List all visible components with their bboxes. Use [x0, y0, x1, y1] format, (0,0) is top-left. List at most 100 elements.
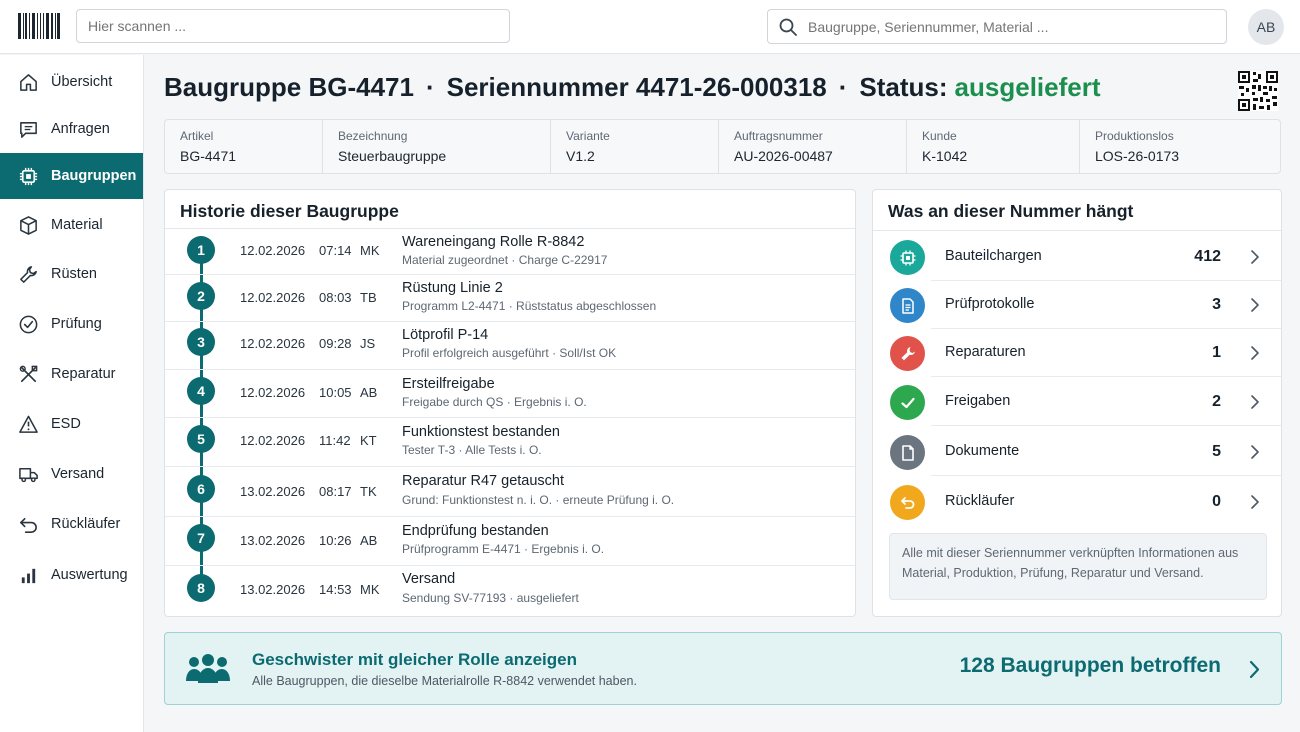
user-avatar[interactable]: AB [1248, 9, 1284, 45]
chevron-right-icon [1251, 395, 1259, 409]
info-label: Kunde [922, 129, 957, 143]
sidebar-item-reparatur[interactable]: Reparatur [0, 351, 143, 397]
message-icon [17, 118, 39, 140]
history-row[interactable]: 4 12.02.2026 10:05 AB Ersteilfreigabe Fr… [165, 370, 855, 418]
search-input[interactable] [808, 10, 1218, 43]
history-user: JS [360, 336, 376, 351]
title-separator: · [838, 72, 848, 102]
chip-icon [17, 165, 39, 187]
history-time: 14:53 [319, 582, 352, 597]
barcode-scan-icon[interactable] [18, 13, 61, 39]
global-search[interactable] [767, 9, 1227, 44]
history-event: Funktionstest bestanden [402, 424, 560, 440]
return-icon [17, 513, 39, 535]
history-user: KT [360, 433, 377, 448]
linked-item-reparaturen[interactable]: Reparaturen 1 [873, 329, 1281, 377]
history-time: 08:17 [319, 484, 352, 499]
wrench-icon [890, 336, 925, 371]
info-value: BG-4471 [180, 148, 237, 164]
history-row[interactable]: 7 13.02.2026 10:26 AB Endprüfung bestand… [165, 517, 855, 566]
linked-item-label: Freigaben [945, 393, 1011, 409]
history-row[interactable]: 3 12.02.2026 09:28 JS Lötprofil P-14 Pro… [165, 322, 855, 370]
sidebar-item-ruecklaeufer[interactable]: Rückläufer [0, 501, 143, 547]
linked-item-label: Rückläufer [945, 493, 1015, 509]
sidebar-item-esd[interactable]: ESD [0, 401, 143, 447]
linked-item-pruefprotokolle[interactable]: Prüfprotokolle 3 [873, 281, 1281, 329]
top-bar: AB [0, 0, 1300, 54]
sidebar-item-label: Prüfung [51, 316, 102, 332]
history-user: MK [360, 243, 380, 258]
info-cell-auftragsnummer: Auftragsnummer AU-2026-00487 [719, 120, 907, 173]
sidebar-item-uebersicht[interactable]: Übersicht [0, 59, 143, 105]
sidebar-item-label: ESD [51, 416, 81, 432]
sidebar-item-versand[interactable]: Versand [0, 451, 143, 497]
info-label: Artikel [180, 129, 214, 143]
linked-item-bauteilchargen[interactable]: Bauteilchargen 412 [873, 233, 1281, 281]
sidebar-item-pruefung[interactable]: Prüfung [0, 301, 143, 347]
linked-item-count: 0 [1212, 493, 1221, 510]
history-row[interactable]: 5 12.02.2026 11:42 KT Funktionstest best… [165, 418, 855, 467]
history-user: TK [360, 484, 377, 499]
history-event: Ersteilfreigabe [402, 376, 495, 392]
sidebar-item-label: Übersicht [51, 74, 113, 90]
scan-input[interactable] [76, 9, 510, 43]
info-label: Auftragsnummer [734, 129, 823, 143]
sidebar-item-label: Versand [51, 466, 105, 482]
history-detail: Freigabe durch QS · Ergebnis i. O. [402, 395, 587, 409]
search-icon [779, 18, 797, 36]
info-label: Bezeichnung [338, 129, 408, 143]
sidebar-item-material[interactable]: Material [0, 202, 143, 248]
history-row[interactable]: 1 12.02.2026 07:14 MK Wareneingang Rolle… [165, 229, 855, 275]
history-date: 12.02.2026 [240, 433, 306, 448]
linked-item-count: 412 [1194, 248, 1221, 265]
divider [931, 376, 1281, 377]
history-row[interactable]: 8 13.02.2026 14:53 MK Versand Sendung SV… [165, 566, 855, 614]
history-event: Wareneingang Rolle R-8842 [402, 234, 585, 250]
chevron-right-icon [1251, 298, 1259, 312]
sidebar-item-label: Rüsten [51, 266, 97, 282]
box-icon [17, 214, 39, 236]
history-detail: Tester T-3 · Alle Tests i. O. [402, 443, 542, 457]
linked-items-note: Alle mit dieser Seriennummer verknüpften… [889, 533, 1267, 600]
linked-items-panel: Was an dieser Nummer hängt Bauteilcharge… [872, 189, 1282, 617]
divider [873, 230, 1281, 231]
step-badge: 4 [187, 377, 215, 405]
linked-item-freigaben[interactable]: Freigaben 2 [873, 378, 1281, 426]
sidebar-item-auswertung[interactable]: Auswertung [0, 552, 143, 598]
page-title: Baugruppe BG-4471 · Seriennummer 4471-26… [164, 72, 1101, 110]
history-event: Versand [402, 571, 456, 587]
siblings-banner[interactable]: Geschwister mit gleicher Rolle anzeigen … [164, 632, 1282, 705]
history-date: 12.02.2026 [240, 290, 306, 305]
banner-count: 128 Baugruppen betroffen [959, 654, 1221, 677]
linked-item-dokumente[interactable]: Dokumente 5 [873, 428, 1281, 476]
history-time: 10:05 [319, 385, 352, 400]
history-row[interactable]: 2 12.02.2026 08:03 TB Rüstung Linie 2 Pr… [165, 275, 855, 322]
linked-item-count: 3 [1212, 296, 1221, 313]
sidebar-item-baugruppen[interactable]: Baugruppen [0, 153, 143, 199]
linked-item-count: 1 [1212, 344, 1221, 361]
step-badge: 7 [187, 524, 215, 552]
info-value: V1.2 [566, 148, 595, 164]
qr-code-icon[interactable] [1238, 71, 1278, 111]
checkmark-icon [890, 385, 925, 420]
linked-item-label: Bauteilchargen [945, 248, 1042, 264]
home-icon [17, 71, 39, 93]
sidebar-item-label: Rückläufer [51, 516, 121, 532]
banner-subtitle: Alle Baugruppen, die dieselbe Materialro… [252, 674, 637, 688]
chevron-right-icon [1251, 346, 1259, 360]
history-time: 07:14 [319, 243, 352, 258]
divider [931, 425, 1281, 426]
info-value: AU-2026-00487 [734, 148, 833, 164]
info-cell-produktionslos: Produktionslos LOS-26-0173 [1080, 120, 1280, 173]
info-cell-artikel: Artikel BG-4471 [165, 120, 323, 173]
step-badge: 8 [187, 574, 215, 602]
history-user: TB [360, 290, 377, 305]
step-badge: 3 [187, 328, 215, 356]
history-row[interactable]: 6 13.02.2026 08:17 TK Reparatur R47 geta… [165, 467, 855, 517]
sidebar-item-anfragen[interactable]: Anfragen [0, 106, 143, 152]
info-label: Produktionslos [1095, 129, 1174, 143]
history-detail: Prüfprogramm E-4471 · Ergebnis i. O. [402, 542, 605, 556]
history-date: 13.02.2026 [240, 484, 306, 499]
linked-item-ruecklaeufer[interactable]: Rückläufer 0 [873, 478, 1281, 526]
sidebar-item-ruesten[interactable]: Rüsten [0, 251, 143, 297]
